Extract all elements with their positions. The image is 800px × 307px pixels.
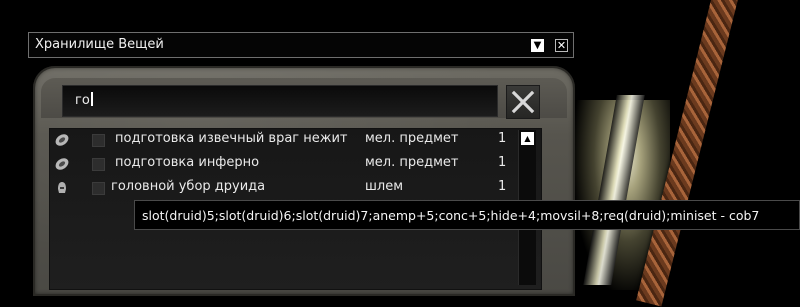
item-checkbox[interactable] [92,158,105,171]
list-item[interactable]: подготовка извечный враг нежит мел. пред… [49,128,509,152]
window-titlebar[interactable]: Хранилище Вещей ▼ ✕ [28,32,574,58]
dropdown-button[interactable]: ▼ [531,39,544,52]
search-input-value: го [75,93,90,108]
tooltip-text: slot(druid)5;slot(druid)6;slot(druid)7;a… [142,208,760,223]
item-name: подготовка извечный враг нежит [115,131,348,146]
item-name: подготовка инферно [115,155,260,170]
item-type: мел. предмет [365,155,459,170]
ring-icon [55,134,69,146]
search-input[interactable]: го [75,92,93,108]
item-checkbox[interactable] [92,134,105,147]
chevron-down-icon: ▼ [533,40,542,51]
search-field[interactable]: го [62,85,498,117]
item-quantity: 1 [498,131,507,146]
list-item[interactable]: подготовка инферно мел. предмет 1 [49,152,509,176]
ring-icon [55,158,69,170]
clear-search-button[interactable] [506,85,540,119]
item-tooltip: slot(druid)5;slot(druid)6;slot(druid)7;a… [134,200,800,230]
item-quantity: 1 [498,179,507,194]
window-title: Хранилище Вещей [35,37,164,52]
item-type: шлем [365,179,404,194]
close-icon [511,90,535,114]
close-icon: ✕ [556,39,567,52]
text-caret [90,92,93,106]
arrow-up-icon: ▲ [524,134,531,143]
helmet-icon [58,182,66,193]
item-quantity: 1 [498,155,507,170]
close-window-button[interactable]: ✕ [555,39,568,52]
scroll-up-button[interactable]: ▲ [521,132,534,145]
list-item[interactable]: головной убор друида шлем 1 [49,176,509,200]
item-type: мел. предмет [365,131,459,146]
item-name: головной убор друида [111,179,266,194]
item-checkbox[interactable] [92,182,105,195]
